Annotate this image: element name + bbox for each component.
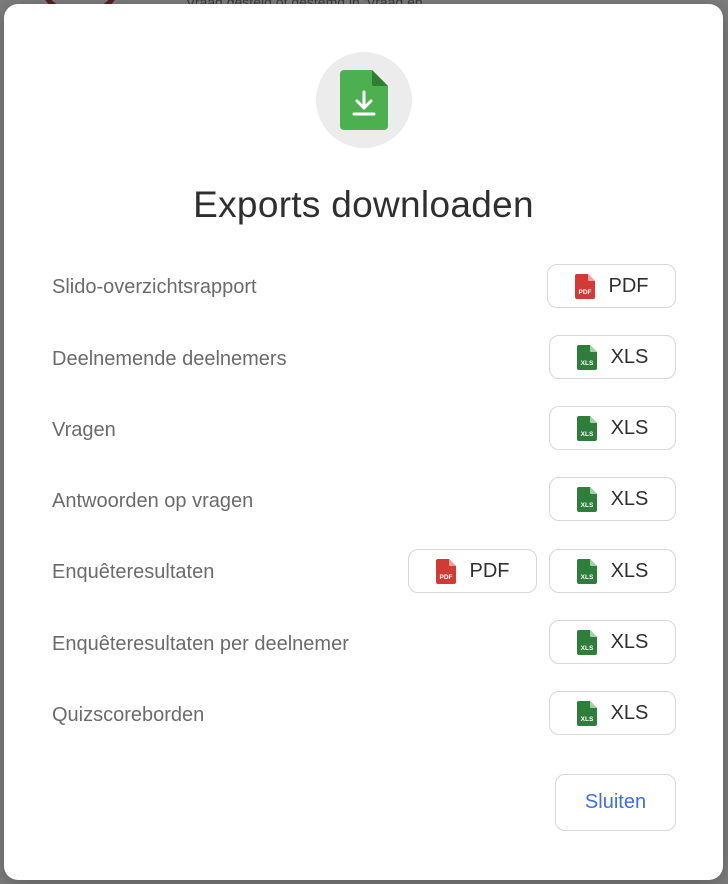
svg-text:XLS: XLS	[580, 360, 593, 367]
xls-file-icon: XLS	[576, 486, 597, 512]
xls-button-deelnemende-deelnemers[interactable]: XLS XLS	[549, 335, 676, 379]
svg-text:XLS: XLS	[580, 645, 593, 652]
xls-file-icon: XLS	[576, 700, 597, 726]
row-label-antwoorden-op-vragen: Antwoorden op vragen	[52, 490, 254, 512]
pdf-button-slido-overzichtsrapport[interactable]: PDF PDF	[547, 264, 676, 308]
svg-text:XLS: XLS	[580, 431, 593, 438]
xls-file-icon: XLS	[576, 344, 597, 370]
header-icon-circle	[316, 52, 412, 148]
svg-text:XLS: XLS	[580, 502, 593, 509]
xls-button-quizscoreborden[interactable]: XLS XLS	[549, 691, 676, 735]
row-label-quizscoreborden: Quizscoreborden	[52, 704, 205, 726]
button-label: XLS	[610, 345, 649, 368]
row-label-enqueteresultaten: Enquêteresultaten	[52, 561, 215, 583]
button-label: PDF	[608, 274, 649, 297]
exports-dialog: Exports downloaden Slido-overzichtsrappo…	[4, 4, 723, 880]
button-label: XLS	[610, 487, 649, 510]
button-label: XLS	[610, 701, 649, 724]
row-label-vragen: Vragen	[52, 419, 116, 441]
xls-file-icon: XLS	[576, 558, 597, 584]
button-label: XLS	[610, 630, 649, 653]
svg-text:PDF: PDF	[578, 289, 591, 296]
button-label: XLS	[610, 416, 649, 439]
dialog-title: Exports downloaden	[193, 184, 534, 225]
row-label-slido-overzichtsrapport: Slido-overzichtsrapport	[52, 276, 257, 298]
xls-file-icon: XLS	[576, 629, 597, 655]
svg-text:PDF: PDF	[439, 574, 452, 581]
close-button[interactable]: Sluiten	[555, 774, 676, 831]
button-label: XLS	[610, 559, 649, 582]
pdf-file-icon: PDF	[574, 273, 595, 299]
xls-button-antwoorden-op-vragen[interactable]: XLS XLS	[549, 477, 676, 521]
xls-button-enqueteresultaten[interactable]: XLS XLS	[549, 549, 676, 593]
xls-button-vragen[interactable]: XLS XLS	[549, 406, 676, 450]
pdf-file-icon: PDF	[435, 558, 456, 584]
download-file-icon	[340, 70, 388, 130]
pdf-button-enqueteresultaten[interactable]: PDF PDF	[408, 549, 537, 593]
xls-file-icon: XLS	[576, 415, 597, 441]
svg-text:XLS: XLS	[580, 574, 593, 581]
xls-button-enqueteresultaten-per-deelnemer[interactable]: XLS XLS	[549, 620, 676, 664]
svg-text:XLS: XLS	[580, 716, 593, 723]
row-label-deelnemende-deelnemers: Deelnemende deelnemers	[52, 348, 287, 370]
button-label: PDF	[469, 559, 510, 582]
row-label-enqueteresultaten-per-deelnemer: Enquêteresultaten per deelnemer	[52, 633, 349, 655]
